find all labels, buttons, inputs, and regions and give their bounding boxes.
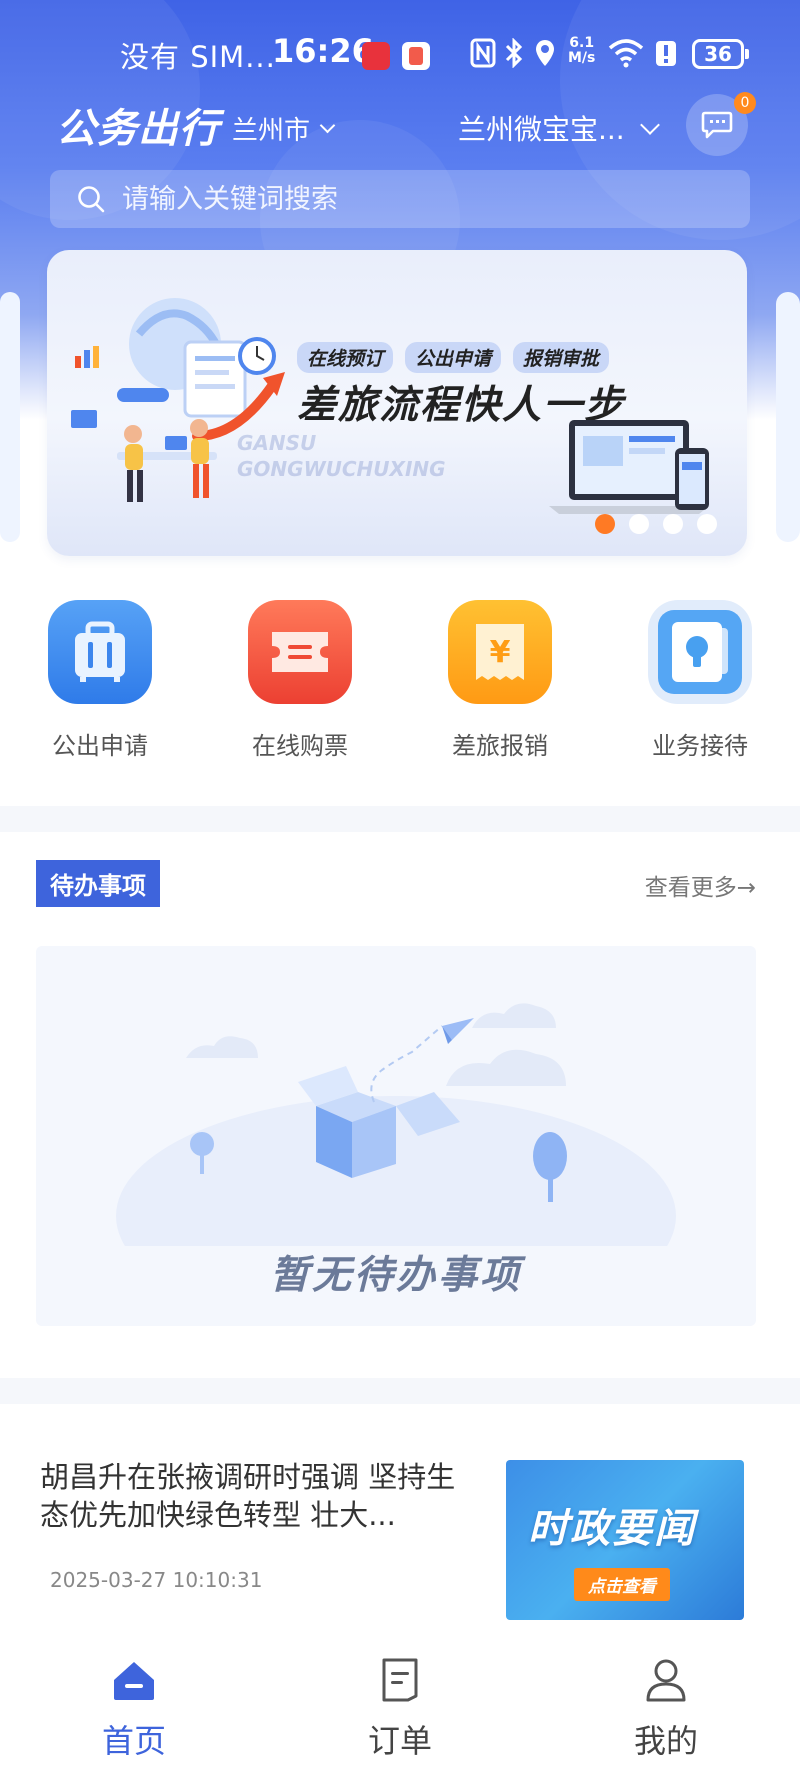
chevron-down-icon [639,115,660,135]
banner-watermark-line: GONGWUCHUXING [237,457,446,481]
news-thumbnail: 时政要闻 点击查看 [506,1460,744,1620]
tab-home[interactable]: 首页 [54,1656,214,1762]
location-icon [534,38,556,74]
carousel-dot[interactable] [697,514,717,534]
carrier-text: 没有 SIM... [120,40,276,74]
carousel-dot[interactable] [629,514,649,534]
tab-label: 订单 [367,1722,432,1760]
carousel-dot[interactable] [663,514,683,534]
profile-icon [646,1659,686,1702]
quick-menu-label: 在线购票 [252,732,348,760]
banner-tags: 在线预订 公出申请 报销审批 [297,342,610,373]
bottom-tab-bar: 首页 订单 我的 [0,1646,800,1778]
app-title: 公务出行 [56,106,220,152]
receipt-yen-icon: ¥ [448,600,552,704]
message-count-badge: 0 [734,92,756,114]
status-bar: 没有 SIM... 16:26 6.1 M/s 36 [0,0,800,110]
wifi-icon [608,38,644,74]
todo-section-header: 待办事项 查看更多→ [36,860,756,907]
status-time: 16:26 [272,32,374,70]
todo-section-title: 待办事项 [36,860,160,907]
quick-menu-online-ticketing[interactable]: 在线购票 [225,600,375,761]
quick-menu-label: 公出申请 [52,732,148,760]
empty-state-text: 暂无待办事项 [269,1253,522,1298]
banner-tag: 报销审批 [513,342,610,373]
carousel-dot-active[interactable] [595,514,615,534]
network-speed-value: 6.1 [569,35,595,51]
tab-label: 我的 [633,1722,698,1760]
section-divider [0,1378,800,1404]
nfc-icon [470,38,496,74]
huawei-store-notification-icon [362,42,390,70]
quick-menu-business-trip-application[interactable]: 公出申请 [25,600,175,761]
home-icon [114,1662,154,1700]
quick-menu-travel-reimbursement[interactable]: ¥ 差旅报销 [425,600,575,761]
quick-menu-label: 业务接待 [652,732,748,760]
quick-menu-label: 差旅报销 [452,732,548,760]
news-list-item[interactable]: 胡昌升在张掖调研时强调 坚持生态优先加快绿色转型 壮大... 2025-03-2… [40,1446,760,1626]
banner-tag: 公出申请 [405,342,502,373]
quick-menu: 公出申请 在线购票 ¥ 差旅报销 业务接待 [0,600,800,760]
search-icon [78,186,105,213]
suitcase-icon [48,600,152,704]
tab-profile[interactable]: 我的 [586,1656,746,1762]
carousel-indicator [595,514,717,534]
banner-next-peek[interactable] [776,292,800,542]
city-selector[interactable]: 兰州市 [232,110,336,147]
news-thumbnail-button: 点击查看 [574,1568,670,1601]
network-speed: 6.1 M/s [568,36,595,66]
alert-icon [654,38,678,74]
search-bar[interactable] [50,170,750,228]
tab-orders[interactable]: 订单 [320,1656,480,1762]
battery-indicator: 36 [692,39,749,69]
banner-watermark-line: GANSU [237,431,317,455]
empty-box-illustration [116,1003,676,1246]
chat-bubble-icon [701,111,733,139]
search-input[interactable] [122,183,722,215]
organization-label: 兰州微宝宝... [458,113,625,146]
banner-devices-illustration [549,420,709,514]
banner-tag: 在线预订 [297,342,394,373]
banner-watermark: GANSU GONGWUCHUXING [237,430,446,482]
promo-banner[interactable]: 在线预订 公出申请 报销审批 差旅流程快人一步 GANSU GONGWUCHUX… [47,250,747,556]
reception-card-icon [648,600,752,704]
chevron-down-icon [319,117,336,134]
banner-office-illustration [71,298,285,502]
network-speed-unit: M/s [568,50,596,66]
bluetooth-icon [504,37,524,74]
news-timestamp: 2025-03-27 10:10:31 [50,1568,263,1592]
svg-text:¥: ¥ [490,635,511,670]
ticket-icon [248,600,352,704]
order-icon [382,1658,418,1702]
organization-selector[interactable]: 兰州微宝宝... [458,108,660,148]
section-divider [0,806,800,832]
city-label: 兰州市 [232,116,311,146]
news-thumbnail-title: 时政要闻 [528,1506,696,1552]
view-more-link[interactable]: 查看更多→ [645,868,756,902]
banner-prev-peek[interactable] [0,292,20,542]
news-title: 胡昌升在张掖调研时强调 坚持生态优先加快绿色转型 壮大... [40,1460,456,1532]
todo-empty-state: 暂无待办事项 [36,946,756,1326]
quick-menu-business-reception[interactable]: 业务接待 [625,600,775,761]
app-notification-icon [402,42,430,70]
tab-label: 首页 [101,1722,166,1760]
